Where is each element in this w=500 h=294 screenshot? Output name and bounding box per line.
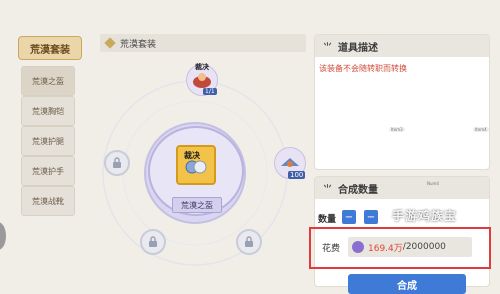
- top-item-tag: 裁决: [195, 63, 209, 71]
- description-text: 该装备不会随转职而转换: [319, 64, 407, 73]
- lock-icon: [113, 157, 121, 168]
- bird-icon: [281, 158, 299, 167]
- craft-button[interactable]: 合成: [348, 274, 466, 294]
- coin-icon: [352, 241, 364, 253]
- sidebar-item-helmet[interactable]: 荒漠之盔: [21, 66, 75, 96]
- watermark: 手游鸡族宝: [392, 209, 458, 223]
- sidebar-header-tab[interactable]: 荒漠套装: [18, 36, 82, 60]
- main-item-tag: 裁决: [184, 151, 200, 160]
- lock-icon: [149, 236, 157, 247]
- lock-slot-bottom-right[interactable]: [236, 229, 262, 255]
- top-item-count: 1/1: [203, 88, 217, 95]
- sprout-icon: ⺌: [323, 42, 333, 53]
- decrease-qty-button[interactable]: −: [342, 210, 356, 224]
- cost-field: 169.4万/2000000: [348, 237, 472, 257]
- right-item-count: 100: [288, 171, 306, 179]
- tiny-label: Num4: [427, 181, 439, 186]
- creature-icon: [193, 73, 211, 88]
- sidebar-item-gloves[interactable]: 荒漠护手: [21, 156, 75, 186]
- center-title-bar: 荒漠套装: [100, 34, 306, 52]
- description-panel: ⺌ 道具描述 该装备不会随转职而转换 Item3 Item4: [314, 34, 490, 170]
- craft-header: ⺌ 合成数量: [315, 177, 489, 199]
- lock-slot-bottom-left[interactable]: [140, 229, 166, 255]
- decrease-more-button[interactable]: −: [364, 210, 378, 224]
- tiny-label: Item3: [389, 127, 405, 132]
- quantity-label: 数量: [318, 215, 337, 225]
- tiny-label: Item4: [473, 127, 489, 132]
- lock-slot-left[interactable]: [104, 150, 130, 176]
- main-item-label: 荒漠之盔: [172, 197, 222, 213]
- lock-icon: [245, 236, 253, 247]
- center-title: 荒漠套装: [120, 39, 157, 50]
- edge-handle[interactable]: [0, 222, 6, 250]
- sidebar-item-legs[interactable]: 荒漠护腿: [21, 126, 75, 156]
- description-header: ⺌ 道具描述: [315, 35, 489, 57]
- sidebar-item-boots[interactable]: 荒漠战靴: [21, 186, 75, 216]
- sidebar-item-chest[interactable]: 荒漠胸铠: [21, 96, 75, 126]
- sprout-icon: ⺌: [323, 184, 333, 195]
- cost-label: 花费: [322, 244, 341, 254]
- settings-icon: [104, 37, 116, 49]
